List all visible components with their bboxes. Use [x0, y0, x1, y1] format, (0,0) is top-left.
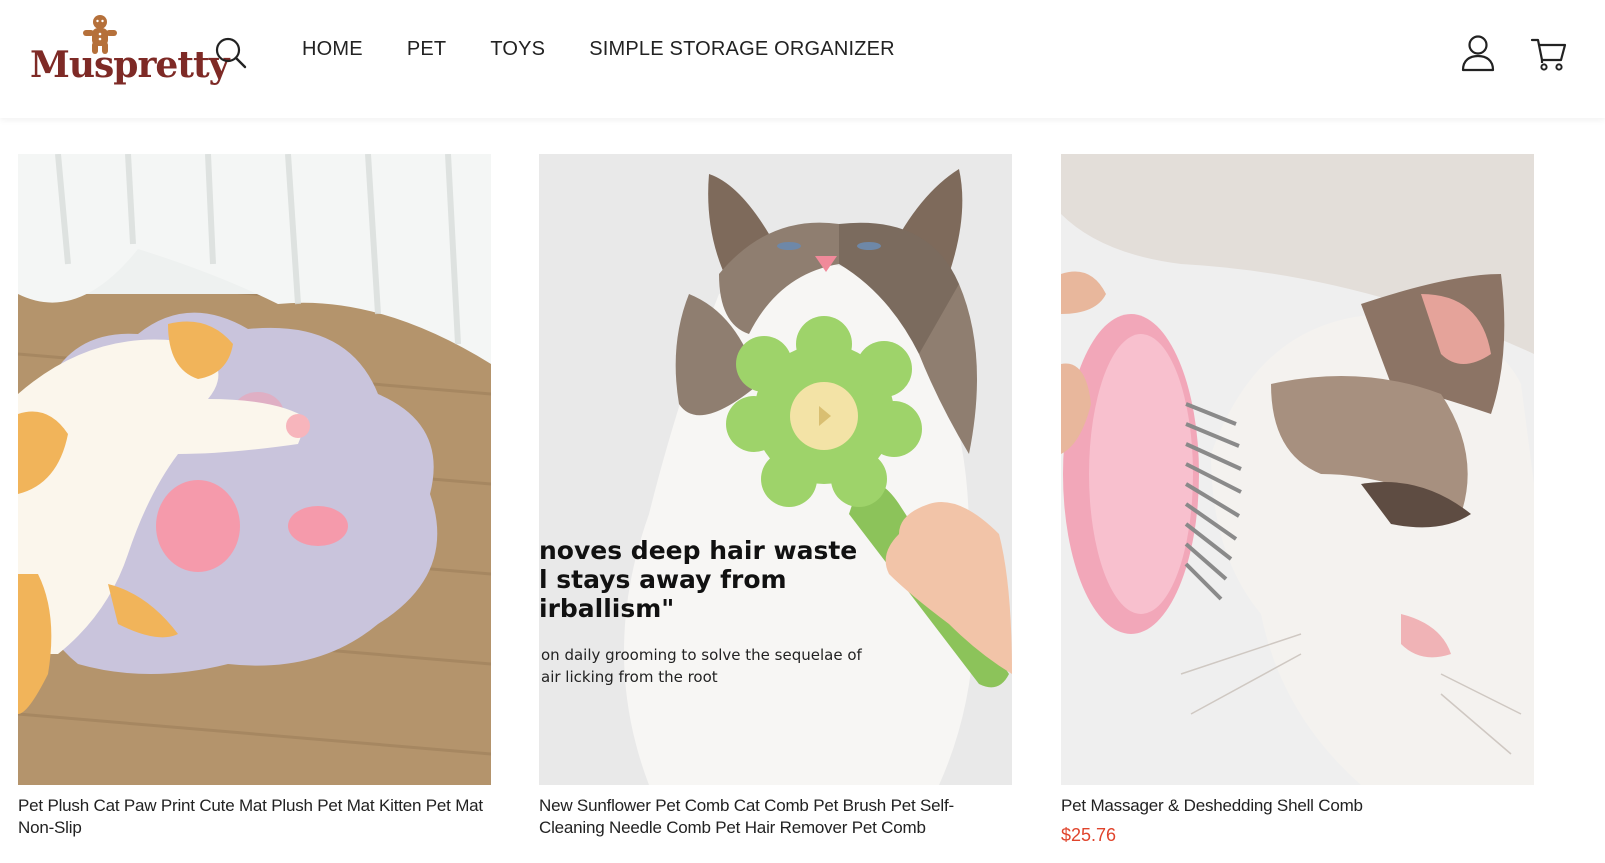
- nav-simple-storage-organizer[interactable]: SIMPLE STORAGE ORGANIZER: [589, 38, 895, 61]
- product-title[interactable]: Pet Massager & Deshedding Shell Comb: [1061, 795, 1534, 817]
- nav-home[interactable]: HOME: [302, 38, 363, 61]
- logo-text: Muspretty: [30, 44, 230, 86]
- image-caption-line: on daily grooming to solve the sequelae …: [541, 646, 862, 664]
- product-card: noves deep hair waste l stays away from …: [539, 154, 1012, 839]
- nav-toys[interactable]: TOYS: [490, 38, 545, 61]
- product-image-shell-comb[interactable]: [1061, 154, 1534, 785]
- product-title[interactable]: Pet Plush Cat Paw Print Cute Mat Plush P…: [18, 795, 491, 839]
- cart-button[interactable]: [1530, 36, 1568, 72]
- product-card: Pet Massager & Deshedding Shell Comb $25…: [1061, 154, 1534, 846]
- search-icon: [215, 37, 247, 69]
- product-price: $25.76: [1061, 825, 1117, 845]
- image-overlay-caption: on daily grooming to solve the sequelae …: [541, 644, 862, 688]
- account-icon: [1461, 35, 1495, 72]
- image-caption-line: air licking from the root: [541, 668, 718, 686]
- cart-icon: [1530, 38, 1567, 71]
- image-headline-line: l stays away from: [539, 565, 787, 594]
- account-button[interactable]: [1460, 34, 1496, 72]
- nav-pet[interactable]: PET: [407, 38, 447, 61]
- product-title[interactable]: New Sunflower Pet Comb Cat Comb Pet Brus…: [539, 795, 1012, 839]
- image-headline-line: irballism": [539, 594, 675, 623]
- site-logo[interactable]: Muspretty: [28, 14, 230, 94]
- product-card: Pet Plush Cat Paw Print Cute Mat Plush P…: [18, 154, 491, 839]
- image-overlay-headline: noves deep hair waste l stays away from …: [539, 536, 857, 623]
- main-nav: HOME PET TOYS SIMPLE STORAGE ORGANIZER: [302, 38, 939, 61]
- site-header: Muspretty HOME PET TOYS SIMPLE STORAGE O…: [0, 0, 1605, 118]
- image-headline-line: noves deep hair waste: [539, 536, 858, 565]
- product-image-cat-paw-mat[interactable]: [18, 154, 491, 785]
- product-image-sunflower-comb[interactable]: noves deep hair waste l stays away from …: [539, 154, 1012, 785]
- search-button[interactable]: [214, 36, 248, 70]
